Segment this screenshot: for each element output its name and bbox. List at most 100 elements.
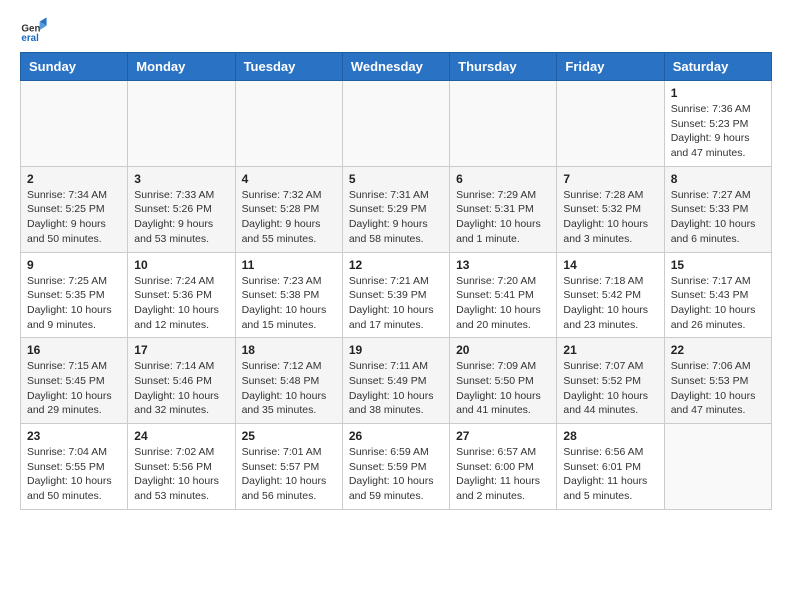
day-info: Sunrise: 7:01 AM Sunset: 5:57 PM Dayligh… [242, 445, 336, 504]
day-info: Sunrise: 7:24 AM Sunset: 5:36 PM Dayligh… [134, 274, 228, 333]
calendar-cell: 25 Sunrise: 7:01 AM Sunset: 5:57 PM Dayli… [235, 424, 342, 510]
day-number: 3 [134, 172, 228, 186]
calendar-cell: 13 Sunrise: 7:20 AM Sunset: 5:41 PM Dayli… [450, 252, 557, 338]
day-of-week-header: Thursday [450, 53, 557, 81]
day-number: 22 [671, 343, 765, 357]
day-info: Sunrise: 7:09 AM Sunset: 5:50 PM Dayligh… [456, 359, 550, 418]
logo-icon: Gen eral [20, 16, 48, 44]
day-number: 24 [134, 429, 228, 443]
day-of-week-header: Saturday [664, 53, 771, 81]
day-number: 2 [27, 172, 121, 186]
calendar-cell: 12 Sunrise: 7:21 AM Sunset: 5:39 PM Dayli… [342, 252, 449, 338]
header: Gen eral [20, 16, 772, 44]
day-info: Sunrise: 6:57 AM Sunset: 6:00 PM Dayligh… [456, 445, 550, 504]
calendar-cell: 14 Sunrise: 7:18 AM Sunset: 5:42 PM Dayli… [557, 252, 664, 338]
day-of-week-header: Sunday [21, 53, 128, 81]
day-info: Sunrise: 7:21 AM Sunset: 5:39 PM Dayligh… [349, 274, 443, 333]
calendar-cell [557, 81, 664, 167]
calendar-cell: 24Sunrise: 7:02 AM Sunset: 5:56 PM Dayli… [128, 424, 235, 510]
day-info: Sunrise: 7:18 AM Sunset: 5:42 PM Dayligh… [563, 274, 657, 333]
day-info: Sunrise: 7:33 AM Sunset: 5:26 PM Dayligh… [134, 188, 228, 247]
calendar-cell: 21 Sunrise: 7:07 AM Sunset: 5:52 PM Dayli… [557, 338, 664, 424]
day-number: 7 [563, 172, 657, 186]
day-number: 11 [242, 258, 336, 272]
calendar-cell [342, 81, 449, 167]
day-info: Sunrise: 7:04 AM Sunset: 5:55 PM Dayligh… [27, 445, 121, 504]
calendar-cell: 10 Sunrise: 7:24 AM Sunset: 5:36 PM Dayli… [128, 252, 235, 338]
day-info: Sunrise: 6:59 AM Sunset: 5:59 PM Dayligh… [349, 445, 443, 504]
day-info: Sunrise: 7:06 AM Sunset: 5:53 PM Dayligh… [671, 359, 765, 418]
svg-text:eral: eral [21, 33, 39, 44]
day-number: 16 [27, 343, 121, 357]
day-number: 21 [563, 343, 657, 357]
day-info: Sunrise: 7:11 AM Sunset: 5:49 PM Dayligh… [349, 359, 443, 418]
day-number: 10 [134, 258, 228, 272]
day-of-week-header: Monday [128, 53, 235, 81]
calendar-cell [664, 424, 771, 510]
day-number: 23 [27, 429, 121, 443]
calendar-cell: 6 Sunrise: 7:29 AM Sunset: 5:31 PM Daylig… [450, 166, 557, 252]
day-number: 20 [456, 343, 550, 357]
calendar-cell: 18Sunrise: 7:12 AM Sunset: 5:48 PM Dayli… [235, 338, 342, 424]
day-number: 15 [671, 258, 765, 272]
calendar-table: SundayMondayTuesdayWednesdayThursdayFrid… [20, 52, 772, 510]
calendar-cell: 11 Sunrise: 7:23 AM Sunset: 5:38 PM Dayli… [235, 252, 342, 338]
calendar-cell: 8 Sunrise: 7:27 AM Sunset: 5:33 PM Daylig… [664, 166, 771, 252]
calendar-week-row: 1Sunrise: 7:36 AM Sunset: 5:23 PM Daylig… [21, 81, 772, 167]
day-number: 17 [134, 343, 228, 357]
day-info: Sunrise: 7:32 AM Sunset: 5:28 PM Dayligh… [242, 188, 336, 247]
page: Gen eral SundayMondayTuesdayWednesdayThu… [0, 0, 792, 526]
calendar-body: 1Sunrise: 7:36 AM Sunset: 5:23 PM Daylig… [21, 81, 772, 510]
calendar-cell: 17 Sunrise: 7:14 AM Sunset: 5:46 PM Dayli… [128, 338, 235, 424]
day-number: 8 [671, 172, 765, 186]
day-info: Sunrise: 7:12 AM Sunset: 5:48 PM Dayligh… [242, 359, 336, 418]
day-of-week-header: Tuesday [235, 53, 342, 81]
calendar-cell: 2 Sunrise: 7:34 AM Sunset: 5:25 PM Daylig… [21, 166, 128, 252]
day-info: Sunrise: 7:17 AM Sunset: 5:43 PM Dayligh… [671, 274, 765, 333]
calendar-cell: 9 Sunrise: 7:25 AM Sunset: 5:35 PM Daylig… [21, 252, 128, 338]
calendar-cell: 19Sunrise: 7:11 AM Sunset: 5:49 PM Dayli… [342, 338, 449, 424]
calendar-cell: 28 Sunrise: 6:56 AM Sunset: 6:01 PM Dayli… [557, 424, 664, 510]
day-info: Sunrise: 7:20 AM Sunset: 5:41 PM Dayligh… [456, 274, 550, 333]
calendar-cell: 4 Sunrise: 7:32 AM Sunset: 5:28 PM Daylig… [235, 166, 342, 252]
day-info: Sunrise: 7:14 AM Sunset: 5:46 PM Dayligh… [134, 359, 228, 418]
day-info: Sunrise: 7:29 AM Sunset: 5:31 PM Dayligh… [456, 188, 550, 247]
day-info: Sunrise: 7:07 AM Sunset: 5:52 PM Dayligh… [563, 359, 657, 418]
calendar-cell: 26Sunrise: 6:59 AM Sunset: 5:59 PM Dayli… [342, 424, 449, 510]
day-info: Sunrise: 7:27 AM Sunset: 5:33 PM Dayligh… [671, 188, 765, 247]
day-info: Sunrise: 7:25 AM Sunset: 5:35 PM Dayligh… [27, 274, 121, 333]
calendar-cell [450, 81, 557, 167]
day-info: Sunrise: 6:56 AM Sunset: 6:01 PM Dayligh… [563, 445, 657, 504]
day-info: Sunrise: 7:36 AM Sunset: 5:23 PM Dayligh… [671, 102, 765, 161]
day-number: 5 [349, 172, 443, 186]
day-number: 6 [456, 172, 550, 186]
calendar-week-row: 9 Sunrise: 7:25 AM Sunset: 5:35 PM Daylig… [21, 252, 772, 338]
day-info: Sunrise: 7:34 AM Sunset: 5:25 PM Dayligh… [27, 188, 121, 247]
calendar-cell: 23 Sunrise: 7:04 AM Sunset: 5:55 PM Dayli… [21, 424, 128, 510]
calendar-cell: 5 Sunrise: 7:31 AM Sunset: 5:29 PM Daylig… [342, 166, 449, 252]
day-number: 9 [27, 258, 121, 272]
calendar-cell [128, 81, 235, 167]
day-number: 13 [456, 258, 550, 272]
day-number: 12 [349, 258, 443, 272]
calendar-cell: 3 Sunrise: 7:33 AM Sunset: 5:26 PM Daylig… [128, 166, 235, 252]
calendar-cell [21, 81, 128, 167]
calendar-cell [235, 81, 342, 167]
day-info: Sunrise: 7:23 AM Sunset: 5:38 PM Dayligh… [242, 274, 336, 333]
day-number: 27 [456, 429, 550, 443]
day-info: Sunrise: 7:15 AM Sunset: 5:45 PM Dayligh… [27, 359, 121, 418]
calendar-cell: 1Sunrise: 7:36 AM Sunset: 5:23 PM Daylig… [664, 81, 771, 167]
calendar-cell: 16 Sunrise: 7:15 AM Sunset: 5:45 PM Dayli… [21, 338, 128, 424]
day-number: 28 [563, 429, 657, 443]
calendar-week-row: 2 Sunrise: 7:34 AM Sunset: 5:25 PM Daylig… [21, 166, 772, 252]
day-number: 4 [242, 172, 336, 186]
day-header-row: SundayMondayTuesdayWednesdayThursdayFrid… [21, 53, 772, 81]
calendar-cell: 20 Sunrise: 7:09 AM Sunset: 5:50 PM Dayli… [450, 338, 557, 424]
day-of-week-header: Wednesday [342, 53, 449, 81]
calendar-week-row: 23 Sunrise: 7:04 AM Sunset: 5:55 PM Dayli… [21, 424, 772, 510]
day-info: Sunrise: 7:31 AM Sunset: 5:29 PM Dayligh… [349, 188, 443, 247]
day-info: Sunrise: 7:28 AM Sunset: 5:32 PM Dayligh… [563, 188, 657, 247]
day-number: 25 [242, 429, 336, 443]
day-number: 14 [563, 258, 657, 272]
calendar-cell: 15 Sunrise: 7:17 AM Sunset: 5:43 PM Dayli… [664, 252, 771, 338]
